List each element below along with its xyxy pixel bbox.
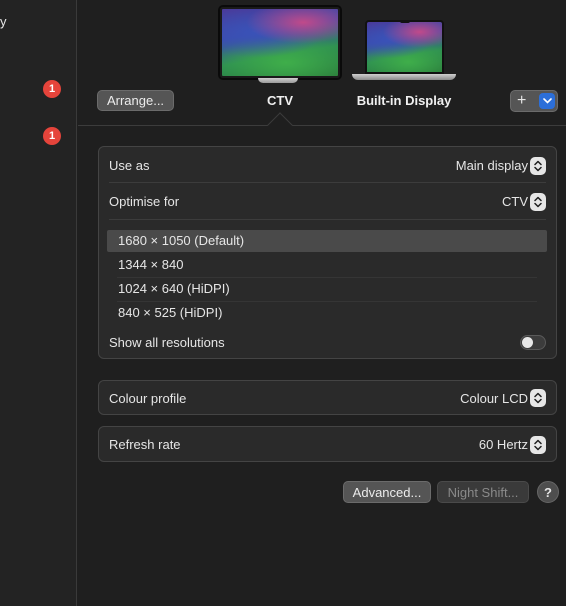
optimise-for-label: Optimise for [109,194,180,209]
night-shift-button[interactable]: Night Shift... [437,481,529,503]
colour-profile-panel: Colour profile Colour LCD [98,380,557,415]
wallpaper-image [367,22,442,72]
wallpaper-image [222,9,338,76]
colour-profile-stepper-icon[interactable] [530,389,546,407]
colour-profile-label: Colour profile [109,391,187,406]
divider [109,182,546,183]
resolution-option[interactable]: 840 × 525 (HiDPI) [107,302,547,324]
refresh-rate-label: Refresh rate [109,437,181,452]
display-arrangement-area: Arrange... CTV Built-in Display + [78,0,566,126]
laptop-base [352,74,456,80]
divider [109,219,546,220]
resolution-option[interactable]: 1680 × 1050 (Default) [107,230,547,252]
use-as-value[interactable]: Main display [456,158,528,173]
ctv-display-thumbnail[interactable] [220,7,340,78]
show-all-resolutions-label: Show all resolutions [109,335,225,350]
colour-profile-value[interactable]: Colour LCD [460,391,528,406]
toggle-knob [522,337,533,348]
laptop-notch [400,20,410,23]
builtin-display-thumbnail[interactable] [365,20,444,74]
sidebar: y 1 1 [0,0,77,606]
refresh-rate-value[interactable]: 60 Hertz [479,437,528,452]
notification-badge: 1 [43,80,61,98]
resolution-option[interactable]: 1024 × 640 (HiDPI) [107,278,547,300]
arrange-button[interactable]: Arrange... [97,90,174,111]
display-label-builtin[interactable]: Built-in Display [346,93,462,108]
help-button[interactable]: ? [537,481,559,503]
refresh-rate-panel: Refresh rate 60 Hertz [98,426,557,462]
monitor-stand [258,78,298,83]
display-label-ctv[interactable]: CTV [254,93,306,108]
show-all-resolutions-toggle[interactable] [520,335,546,350]
optimise-for-stepper-icon[interactable] [530,193,546,211]
use-as-label: Use as [109,158,150,173]
sidebar-item-fragment[interactable]: y [0,14,7,29]
displays-settings-pane: Arrange... CTV Built-in Display + Use as… [78,0,566,606]
advanced-button[interactable]: Advanced... [343,481,431,503]
notification-badge: 1 [43,127,61,145]
optimise-for-value[interactable]: CTV [502,194,528,209]
refresh-rate-stepper-icon[interactable] [530,436,546,454]
add-display-button[interactable]: + [510,90,558,112]
use-as-stepper-icon[interactable] [530,157,546,175]
plus-icon: + [517,92,527,109]
chevron-down-icon[interactable] [539,93,555,109]
resolution-option[interactable]: 1344 × 840 [107,254,547,276]
display-options-panel: Use as Main display Optimise for CTV 168… [98,146,557,359]
